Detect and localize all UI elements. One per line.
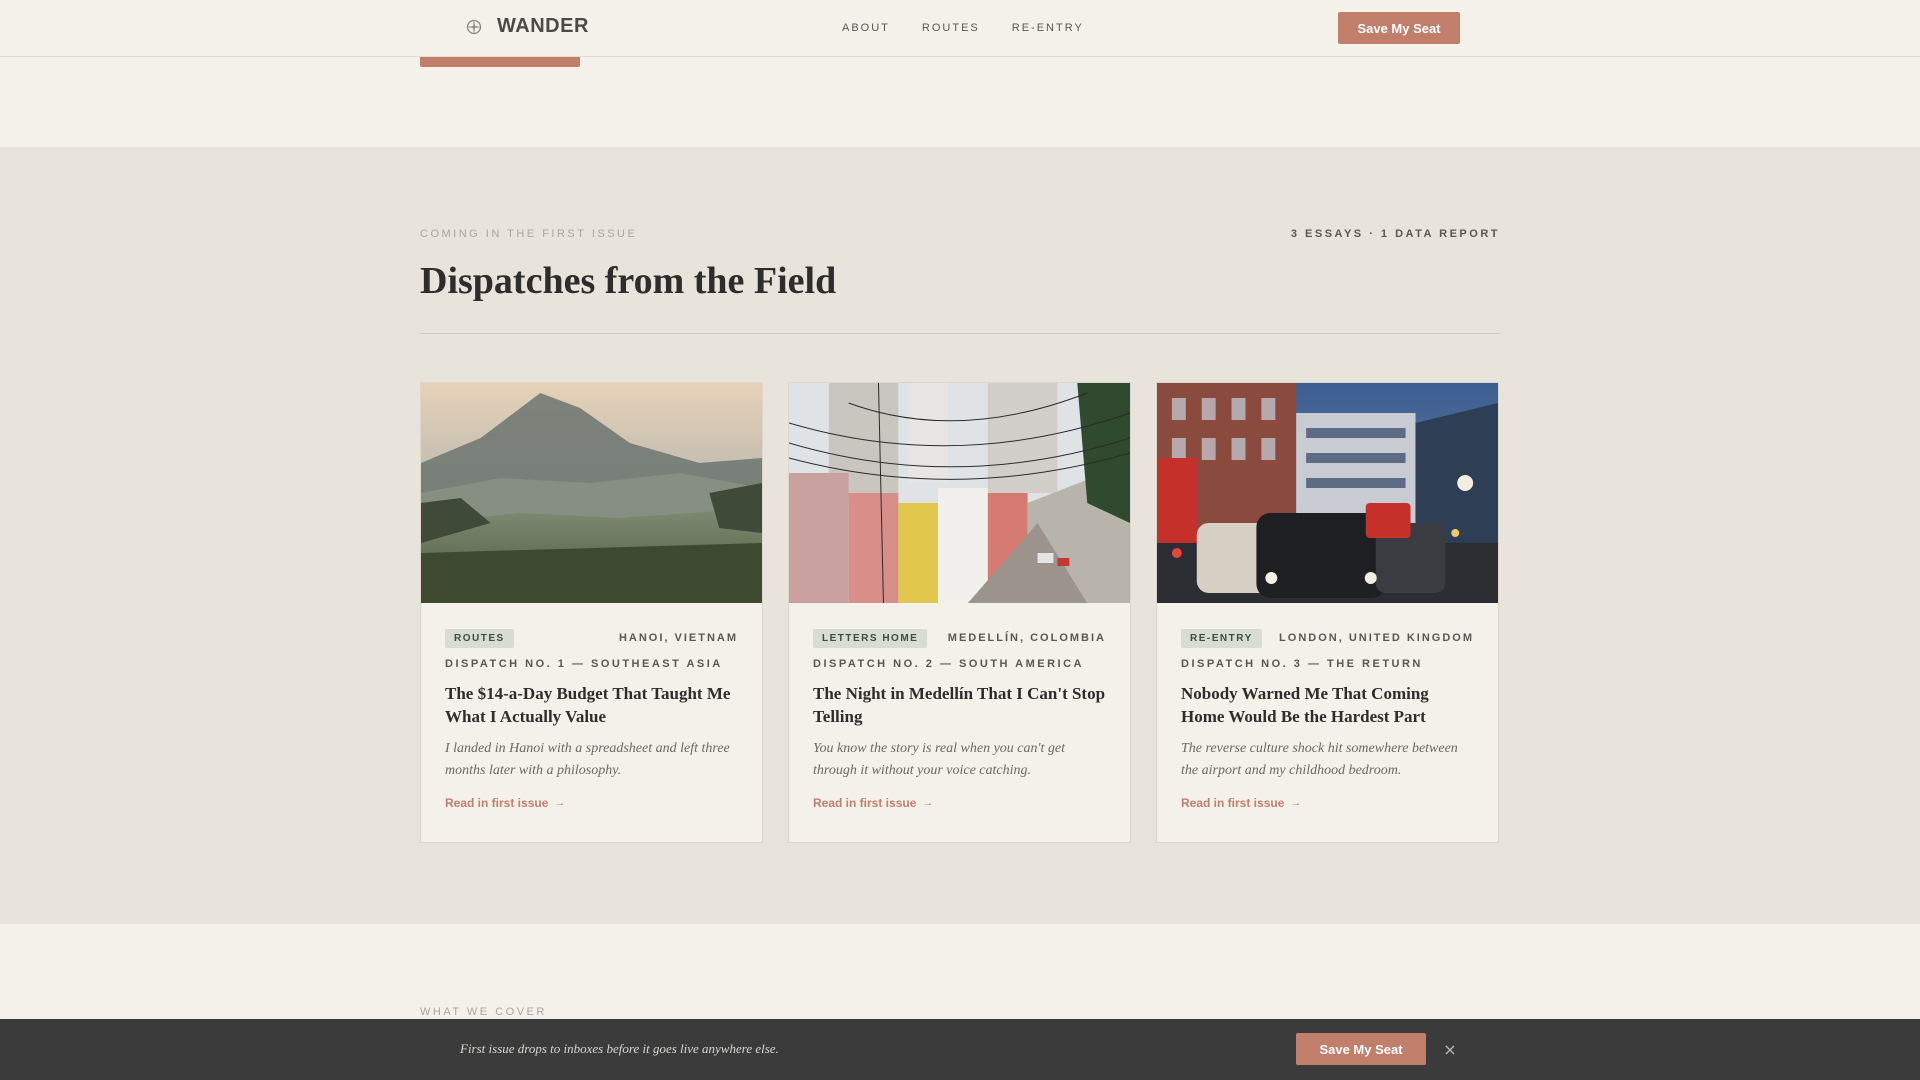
location-label: MEDELLÍN, COLOMBIA — [947, 632, 1106, 644]
mountain-valley-photo — [421, 383, 762, 603]
card-excerpt: The reverse culture shock hit somewhere … — [1181, 741, 1458, 778]
brand-name: WANDER — [497, 15, 589, 37]
read-link-label: Read in first issue — [813, 796, 917, 810]
arrow-right-icon: → — [1290, 797, 1302, 809]
save-seat-button[interactable]: Save My Seat — [1338, 12, 1460, 44]
card-excerpt: You know the story is real when you can'… — [813, 741, 1065, 778]
card-body: ROUTES HANOI, VIETNAM DISPATCH NO. 1 — S… — [445, 628, 738, 810]
brand-link[interactable]: WANDER — [465, 15, 589, 38]
section-divider — [420, 333, 1500, 334]
sticky-signup-banner: First issue drops to inboxes before it g… — [0, 1019, 1920, 1080]
nav-about[interactable]: ABOUT — [842, 22, 890, 34]
london-traffic-photo — [1157, 383, 1498, 603]
card-title[interactable]: Nobody Warned Me That Coming Home Would … — [1181, 682, 1474, 728]
nav-re-entry[interactable]: RE-ENTRY — [1012, 22, 1084, 34]
nav-routes[interactable]: ROUTES — [922, 22, 980, 34]
card-body: RE-ENTRY LONDON, UNITED KINGDOM DISPATCH… — [1181, 628, 1474, 810]
card-body: LETTERS HOME MEDELLÍN, COLOMBIA DISPATCH… — [813, 628, 1106, 810]
hero-button-edge[interactable] — [420, 57, 580, 67]
read-link[interactable]: Read in first issue → — [445, 796, 738, 810]
dispatch-number: DISPATCH NO. 1 — SOUTHEAST ASIA — [445, 658, 723, 670]
card-meta: ROUTES HANOI, VIETNAM — [445, 628, 738, 648]
close-icon[interactable]: × — [1442, 1038, 1458, 1060]
arrow-right-icon: → — [922, 797, 934, 809]
section-eyebrow: COMING IN THE FIRST ISSUE — [420, 228, 638, 240]
dispatch-number: DISPATCH NO. 3 — THE RETURN — [1181, 658, 1423, 670]
location-label: HANOI, VIETNAM — [618, 632, 738, 644]
site-header: WANDER ABOUT ROUTES RE-ENTRY Save My Sea… — [0, 0, 1920, 57]
card-meta: LETTERS HOME MEDELLÍN, COLOMBIA — [813, 628, 1106, 648]
banner-save-seat-button[interactable]: Save My Seat — [1296, 1033, 1426, 1065]
category-tag[interactable]: LETTERS HOME — [813, 628, 928, 648]
what-we-cover-eyebrow: WHAT WE COVER — [420, 1006, 547, 1018]
location-label: LONDON, UNITED KINGDOM — [1279, 632, 1474, 644]
category-tag[interactable]: RE-ENTRY — [1181, 628, 1262, 648]
arrow-right-icon: → — [554, 797, 566, 809]
read-link[interactable]: Read in first issue → — [1181, 796, 1474, 810]
category-tag[interactable]: ROUTES — [445, 628, 514, 648]
city-street-photo — [789, 383, 1130, 603]
dispatch-card[interactable]: RE-ENTRY LONDON, UNITED KINGDOM DISPATCH… — [1156, 382, 1499, 843]
dispatch-card[interactable]: ROUTES HANOI, VIETNAM DISPATCH NO. 1 — S… — [420, 382, 763, 843]
banner-message: First issue drops to inboxes before it g… — [460, 1041, 779, 1056]
dispatch-card[interactable]: LETTERS HOME MEDELLÍN, COLOMBIA DISPATCH… — [788, 382, 1131, 843]
card-meta: RE-ENTRY LONDON, UNITED KINGDOM — [1181, 628, 1474, 648]
read-link-label: Read in first issue — [1181, 796, 1285, 810]
dispatches-section: COMING IN THE FIRST ISSUE 3 ESSAYS · 1 D… — [0, 147, 1920, 924]
issue-count: 3 ESSAYS · 1 DATA REPORT — [1290, 228, 1500, 240]
card-title[interactable]: The Night in Medellín That I Can't Stop … — [813, 682, 1106, 728]
read-link[interactable]: Read in first issue → — [813, 796, 1106, 810]
dispatch-number: DISPATCH NO. 2 — SOUTH AMERICA — [813, 658, 1084, 670]
card-excerpt: I landed in Hanoi with a spreadsheet and… — [445, 741, 730, 778]
read-link-label: Read in first issue — [445, 796, 549, 810]
main-nav: ABOUT ROUTES RE-ENTRY — [842, 22, 1084, 34]
card-title[interactable]: The $14-a-Day Budget That Taught Me What… — [445, 682, 738, 728]
section-title: Dispatches from the Field — [420, 260, 837, 302]
compass-icon — [466, 18, 482, 35]
